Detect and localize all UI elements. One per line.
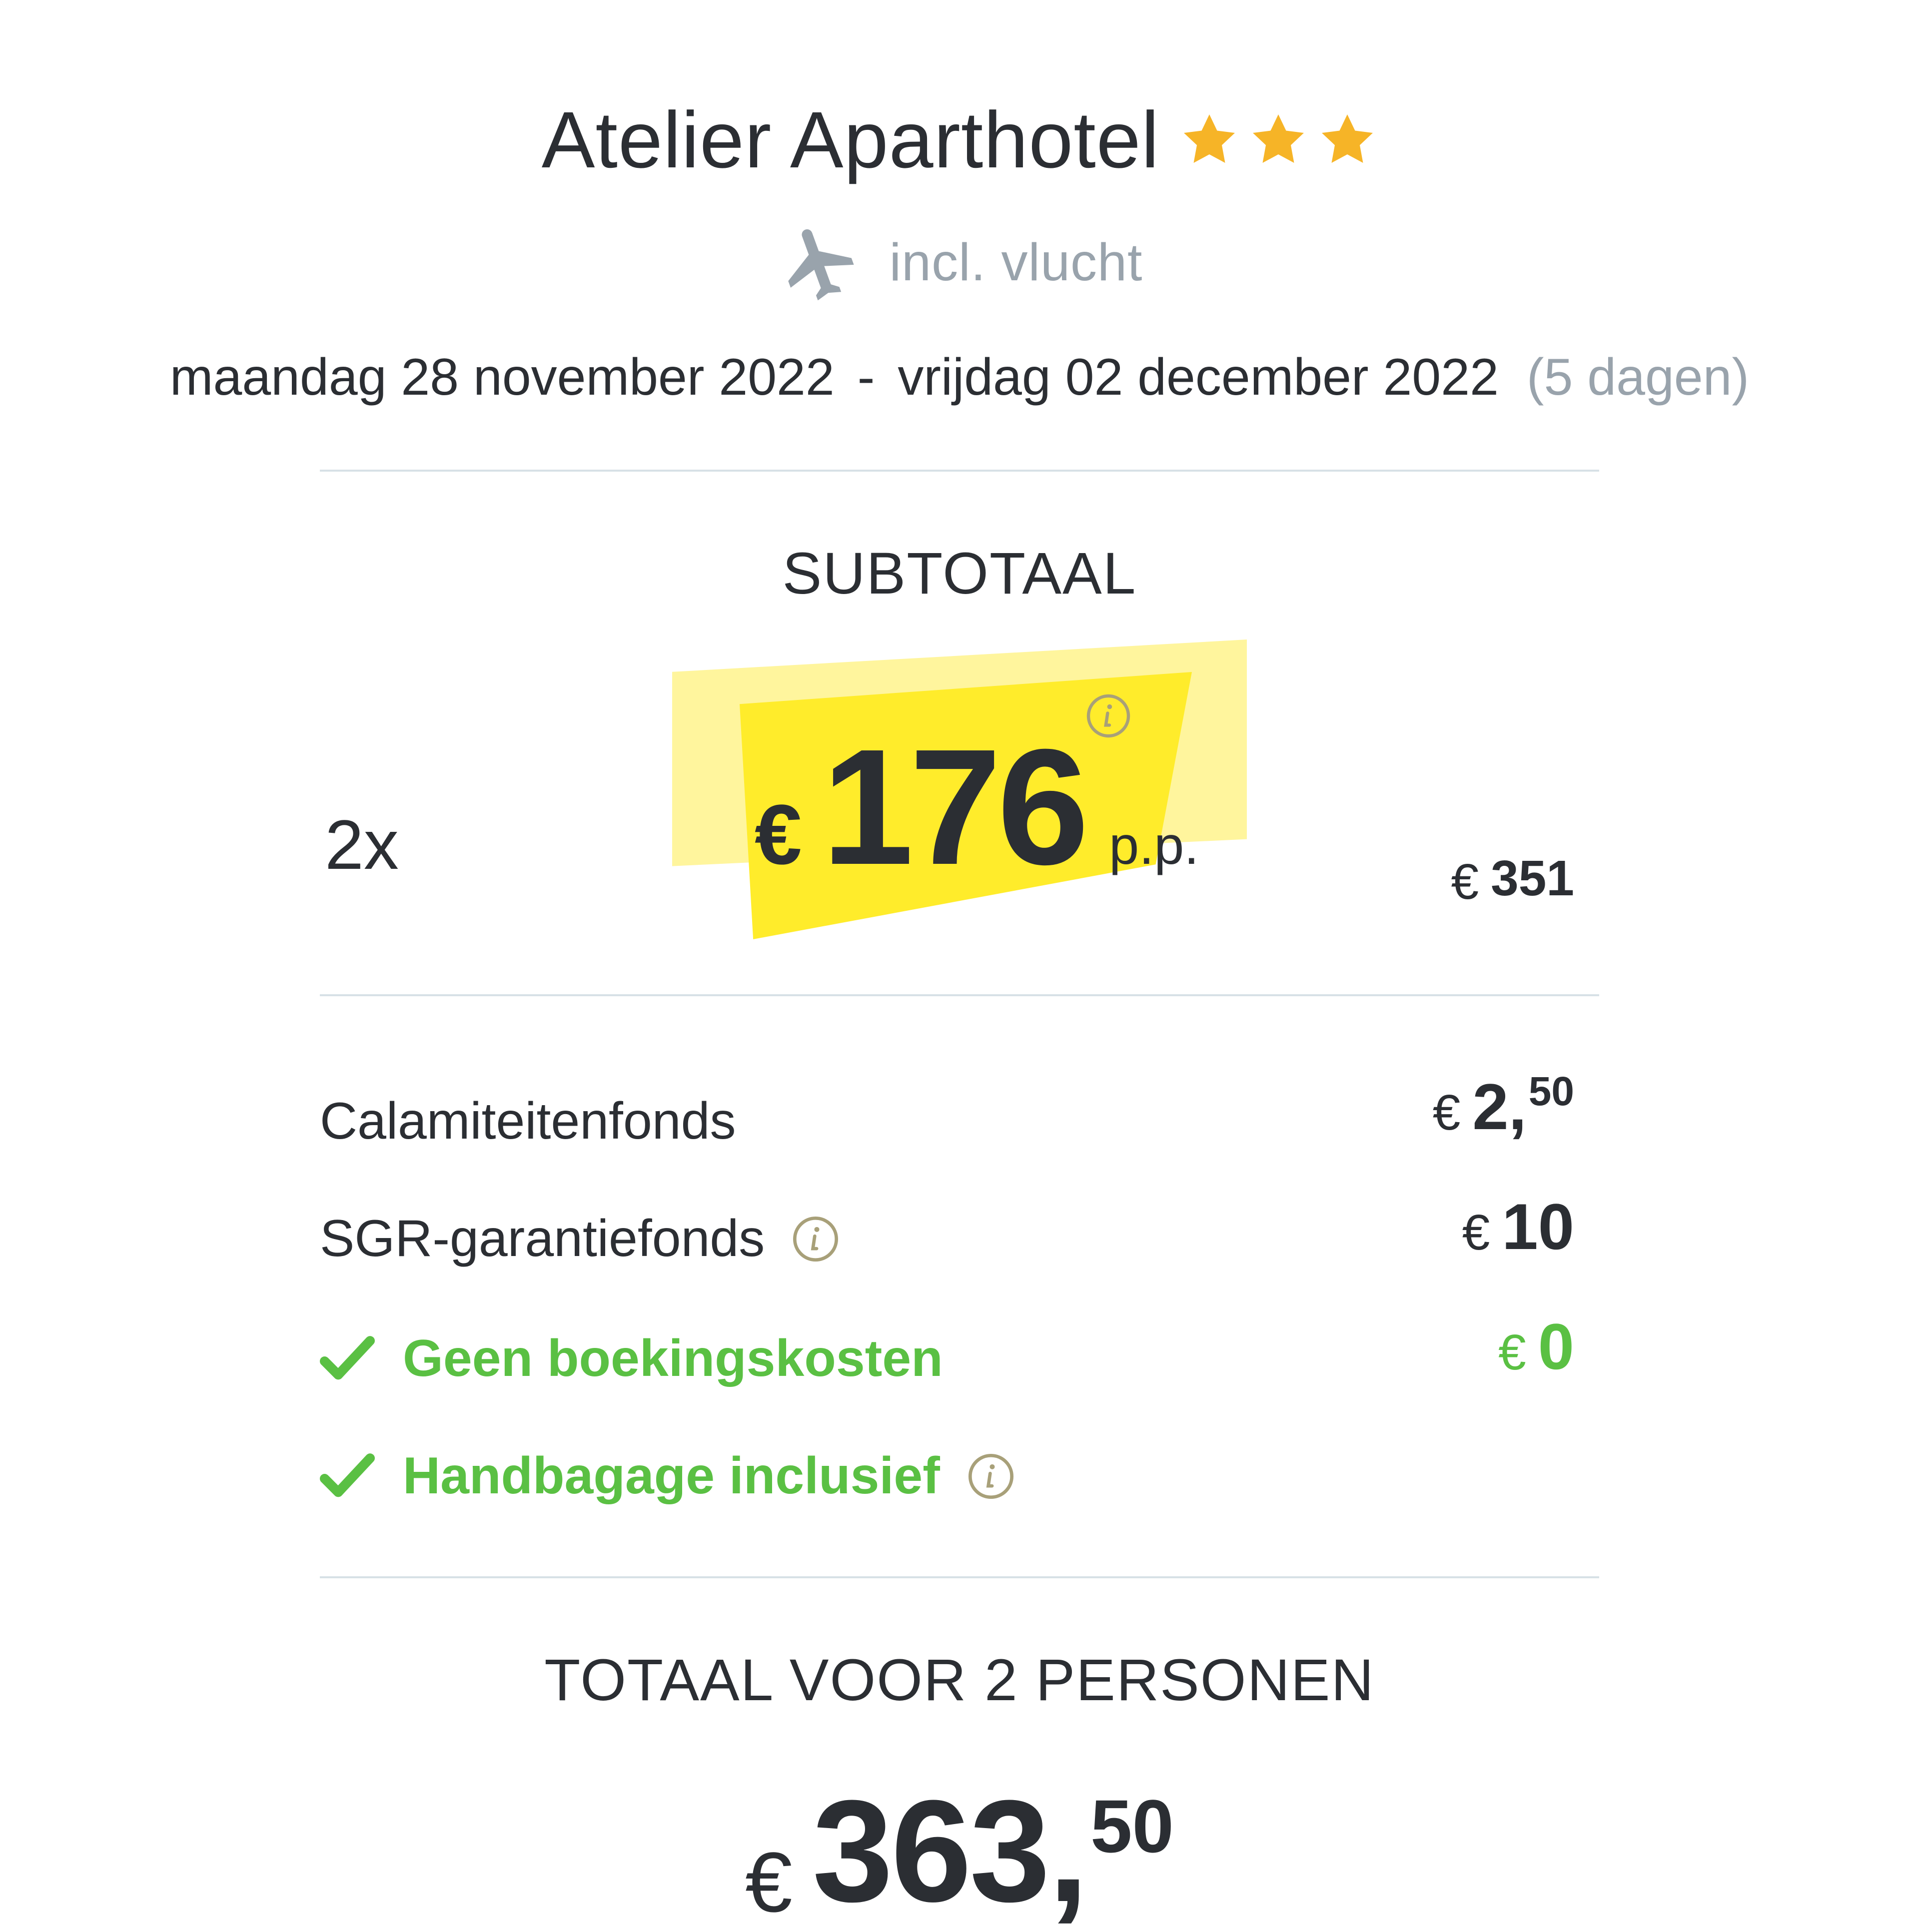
star-icon: [1248, 110, 1308, 170]
info-icon[interactable]: [966, 1451, 1016, 1501]
fee-label-handbagage: Handbagage inclusief: [320, 1446, 1016, 1506]
divider: [320, 470, 1599, 472]
subtotal-title: SUBTOTAAL: [782, 541, 1137, 607]
price-per-person: € 176 p.p.: [755, 724, 1199, 889]
flight-info: incl. vlucht: [0, 225, 1919, 301]
fee-amount-cents: 50: [1528, 1069, 1574, 1114]
divider: [320, 1576, 1599, 1578]
check-icon: [320, 1334, 375, 1384]
plane-icon: [777, 220, 862, 305]
fee-label: Handbagage inclusief: [403, 1447, 940, 1505]
date-separator: -: [857, 348, 875, 406]
person-quantity: 2x: [325, 805, 399, 884]
fee-label: SGR-garantiefonds: [320, 1210, 765, 1268]
star-rating: [1179, 110, 1377, 170]
hotel-name: Atelier Aparthotel: [541, 95, 1160, 184]
check-icon: [320, 1451, 375, 1501]
fee-amount-calamiteitenfonds: € 2, 50: [1432, 1069, 1574, 1143]
travel-dates: maandag 28 november 2022 - vrijdag 02 de…: [0, 345, 1919, 410]
fee-label-calamiteitenfonds: Calamiteitenfonds: [320, 1092, 736, 1151]
fee-label: Calamiteitenfonds: [320, 1092, 736, 1150]
end-date: vrijdag 02 december 2022: [898, 348, 1499, 406]
fee-amount-sgr: € 10: [1462, 1194, 1574, 1262]
hotel-title-row: Atelier Aparthotel: [0, 85, 1919, 195]
fee-currency: €: [1462, 1205, 1490, 1261]
star-icon: [1179, 110, 1239, 170]
subtotal-value: 351: [1491, 850, 1574, 906]
info-icon[interactable]: [791, 1214, 841, 1264]
total-amount-main: 363,: [812, 1770, 1088, 1932]
price-value: 176: [822, 714, 1089, 899]
fee-currency: €: [1432, 1085, 1461, 1141]
total-title: TOTAAL VOOR 2 PERSONEN: [544, 1647, 1375, 1713]
total-currency: €: [745, 1835, 793, 1930]
price-info-icon[interactable]: [1084, 692, 1132, 740]
fee-amount-main: 0: [1538, 1310, 1574, 1383]
trip-duration: (5 dagen): [1526, 348, 1750, 406]
fee-amount-main: 2,: [1472, 1070, 1527, 1143]
fee-amount-main: 10: [1502, 1190, 1574, 1263]
price-currency: €: [755, 787, 802, 882]
fee-label: Geen boekingskosten: [403, 1329, 943, 1387]
total-amount-cents: 50: [1090, 1784, 1174, 1868]
start-date: maandag 28 november 2022: [169, 348, 835, 406]
subtotal-amount: € 351: [1451, 849, 1574, 911]
star-icon: [1317, 110, 1377, 170]
fee-amount-booking: € 0: [1498, 1314, 1574, 1381]
subtotal-currency: €: [1451, 854, 1479, 910]
per-person-label: p.p.: [1109, 815, 1199, 875]
fee-label-sgr: SGR-garantiefonds: [320, 1209, 841, 1269]
fee-label-booking: Geen boekingskosten: [320, 1329, 943, 1388]
flight-label: incl. vlucht: [889, 232, 1143, 292]
divider: [320, 994, 1599, 996]
fee-currency: €: [1498, 1324, 1526, 1380]
total-amount: € 363, 50: [0, 1770, 1919, 1932]
